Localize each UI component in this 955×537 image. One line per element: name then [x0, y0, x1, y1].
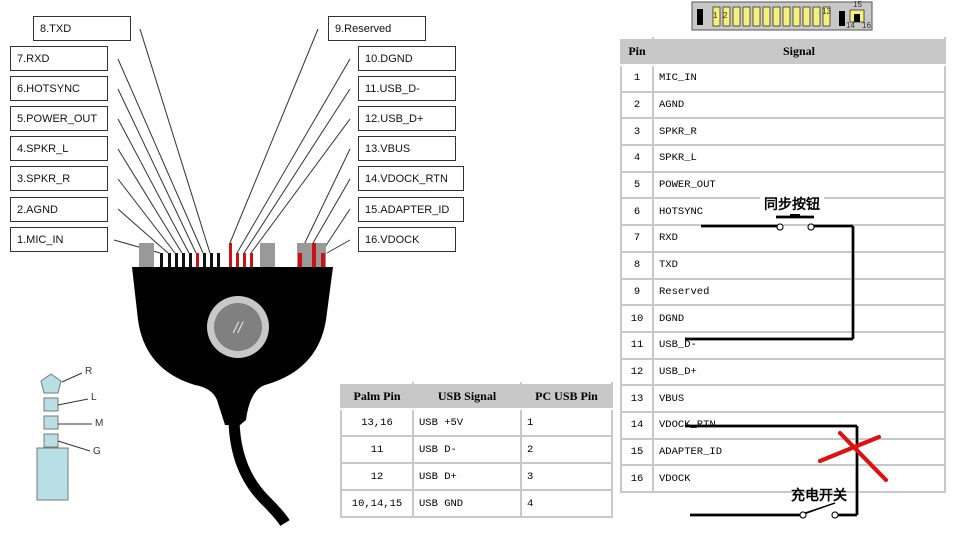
table-row: 16 VDOCK — [620, 464, 946, 493]
signal-cell: SPKR_R — [652, 117, 946, 147]
audio-jack — [36, 372, 92, 501]
connector-label: 16 — [862, 21, 871, 30]
table-row: 15 ADAPTER_ID — [620, 437, 946, 467]
palm-pin-cell: 11 — [340, 435, 414, 464]
pin-cell: 1 — [620, 64, 654, 93]
pin-label: 7.RXD — [10, 46, 108, 71]
pin-cell: 12 — [620, 357, 654, 387]
table-row: 13,16 USB +5V 1 — [340, 408, 613, 437]
signal-cell: RXD — [652, 224, 946, 253]
table-row: 2 AGND — [620, 90, 946, 120]
pc-pin-cell: 2 — [520, 435, 613, 464]
jack-label: G — [93, 446, 101, 457]
pin-label: 6.HOTSYNC — [10, 76, 108, 101]
pin-cell: 4 — [620, 144, 654, 173]
jack-label: M — [95, 418, 104, 429]
pc-pin-cell: 1 — [520, 408, 613, 437]
table-row: 12 USB_D+ — [620, 357, 946, 387]
header-pc-usb-pin: PC USB Pin — [520, 382, 613, 410]
pin-label: 4.SPKR_L — [10, 136, 108, 161]
table-row: 11 USB_D- — [620, 330, 946, 360]
signal-cell: VBUS — [652, 384, 946, 413]
pin-cell: 3 — [620, 117, 654, 147]
header-pin: Pin — [620, 37, 654, 66]
pin-label: 1.MIC_IN — [10, 227, 108, 252]
usb-signal-cell: USB D+ — [412, 462, 522, 491]
jack-label: L — [91, 392, 97, 403]
pc-pin-cell: 3 — [520, 462, 613, 491]
connector-label: 1 — [713, 11, 718, 20]
table-row: 13 VBUS — [620, 384, 946, 413]
table-row: 3 SPKR_R — [620, 117, 946, 147]
pin-cell: 8 — [620, 250, 654, 280]
pin-label: 15.ADAPTER_ID — [358, 197, 464, 222]
pin-cell: 5 — [620, 170, 654, 200]
pin-label: 14.VDOCK_RTN — [358, 166, 464, 191]
pin-label: 13.VBUS — [358, 136, 456, 161]
connector-label: 14 — [846, 21, 855, 30]
signal-cell: USB_D- — [652, 330, 946, 360]
pin-label: 8.TXD — [33, 16, 131, 41]
pin-cell: 2 — [620, 90, 654, 120]
palm-pin-cell: 13,16 — [340, 408, 414, 437]
usb-mapping-table: Palm Pin USB Signal PC USB Pin 13,16 USB +5… — [340, 382, 613, 518]
pin-cell: 7 — [620, 224, 654, 253]
pin-label: 10.DGND — [358, 46, 456, 71]
header-signal: Signal — [652, 37, 946, 66]
table-row: 9 Reserved — [620, 277, 946, 307]
pin-cell: 16 — [620, 464, 654, 493]
signal-cell: MIC_IN — [652, 64, 946, 93]
cable-logo: // — [233, 320, 244, 337]
table-row: 8 TXD — [620, 250, 946, 280]
palm-pin-cell: 10,14,15 — [340, 489, 414, 518]
pin-cell: 14 — [620, 410, 654, 440]
signal-cell: VDOCK_RTN — [652, 410, 946, 440]
signal-cell: Reserved — [652, 277, 946, 307]
pin-cell: 6 — [620, 197, 654, 227]
pin-label: 12.USB_D+ — [358, 106, 456, 131]
table-row: 11 USB D- 2 — [340, 435, 613, 464]
table-row: 10,14,15 USB GND 4 — [340, 489, 613, 518]
pin-signal-table: Pin Signal 1 MIC_IN 2 AGND 3 SPKR_R 4 SPKR_L … — [620, 37, 946, 493]
pin-label: 5.POWER_OUT — [10, 106, 108, 131]
table-row: 4 SPKR_L — [620, 144, 946, 173]
usb-signal-cell: USB +5V — [412, 408, 522, 437]
hotsync-button-label: 同步按钮 — [760, 194, 824, 214]
table-row: 12 USB D+ 3 — [340, 462, 613, 491]
pin-label: 9.Reserved — [328, 16, 426, 41]
pin-cell: 13 — [620, 384, 654, 413]
table-row: 1 MIC_IN — [620, 64, 946, 93]
pc-pin-cell: 4 — [520, 489, 613, 518]
table-row: 14 VDOCK_RTN — [620, 410, 946, 440]
pin-cell: 11 — [620, 330, 654, 360]
connector-pinout-icon — [691, 1, 873, 31]
signal-cell: AGND — [652, 90, 946, 120]
signal-cell: DGND — [652, 304, 946, 333]
header-usb-signal: USB Signal — [412, 382, 522, 410]
pin-label: 2.AGND — [10, 197, 108, 222]
connector-label: 2 — [723, 11, 728, 20]
palm-pin-cell: 12 — [340, 462, 414, 491]
palm-connector: // — [132, 243, 333, 527]
pin-cell: 9 — [620, 277, 654, 307]
jack-label: R — [85, 366, 93, 377]
signal-cell: USB_D+ — [652, 357, 946, 387]
table-row: 7 RXD — [620, 224, 946, 253]
usb-signal-cell: USB GND — [412, 489, 522, 518]
connector-label: 15 — [853, 0, 862, 9]
connector-label: 13 — [822, 7, 831, 16]
table-row: 10 DGND — [620, 304, 946, 333]
header-palm-pin: Palm Pin — [340, 382, 414, 410]
pin-cell: 10 — [620, 304, 654, 333]
signal-cell: ADAPTER_ID — [652, 437, 946, 467]
leader-lines — [113, 28, 351, 254]
charge-switch-label: 充电开关 — [791, 488, 847, 504]
pin-label: 16.VDOCK — [358, 227, 456, 252]
pin-label: 3.SPKR_R — [10, 166, 108, 191]
signal-cell: SPKR_L — [652, 144, 946, 173]
pin-cell: 15 — [620, 437, 654, 467]
signal-cell: TXD — [652, 250, 946, 280]
pin-label: 11.USB_D- — [358, 76, 456, 101]
usb-signal-cell: USB D- — [412, 435, 522, 464]
